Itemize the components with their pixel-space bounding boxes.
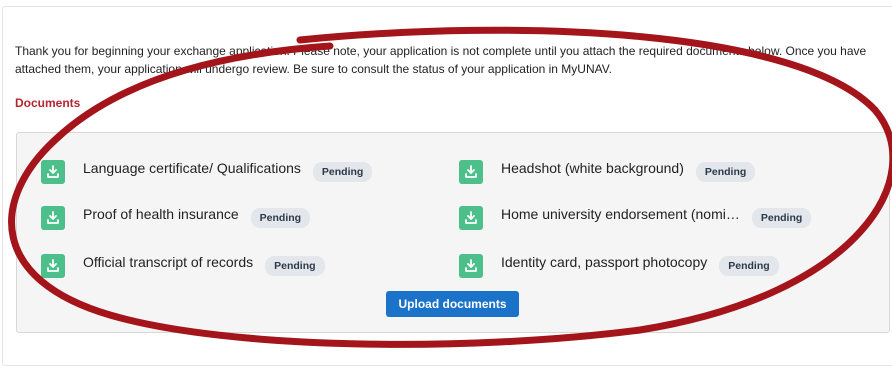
document-label: Proof of health insurance (83, 206, 239, 222)
download-icon[interactable] (41, 160, 65, 184)
status-badge: Pending (312, 162, 373, 182)
download-icon[interactable] (459, 254, 483, 278)
download-icon[interactable] (41, 206, 65, 230)
download-icon[interactable] (41, 254, 65, 278)
status-badge: Pending (265, 256, 325, 276)
intro-text: Thank you for beginning your exchange ap… (15, 44, 867, 76)
status-badge: Pending (695, 162, 756, 182)
document-item-language-certificate[interactable]: Language certificate/ Qualifications Pen… (41, 160, 373, 184)
document-label: Headshot (white background) (501, 160, 684, 176)
document-item-identity-card[interactable]: Identity card, passport photocopy Pendin… (459, 254, 779, 278)
document-item-transcript[interactable]: Official transcript of records Pending (41, 254, 325, 278)
document-label: Language certificate/ Qualifications (83, 160, 301, 176)
status-badge: Pending (250, 208, 311, 228)
document-label: Home university endorsement (nomi… (501, 206, 740, 222)
status-badge: Pending (751, 208, 812, 228)
documents-section-title: Documents (15, 96, 81, 110)
document-item-health-insurance[interactable]: Proof of health insurance Pending (41, 206, 311, 230)
document-label: Identity card, passport photocopy (501, 254, 708, 270)
document-item-headshot[interactable]: Headshot (white background) Pending (459, 160, 756, 184)
download-icon[interactable] (459, 160, 483, 184)
upload-documents-button[interactable]: Upload documents (386, 291, 519, 317)
download-icon[interactable] (459, 206, 483, 230)
document-label: Official transcript of records (83, 254, 254, 270)
status-badge: Pending (719, 256, 779, 276)
document-item-university-endorsement[interactable]: Home university endorsement (nomi… Pendi… (459, 206, 812, 230)
